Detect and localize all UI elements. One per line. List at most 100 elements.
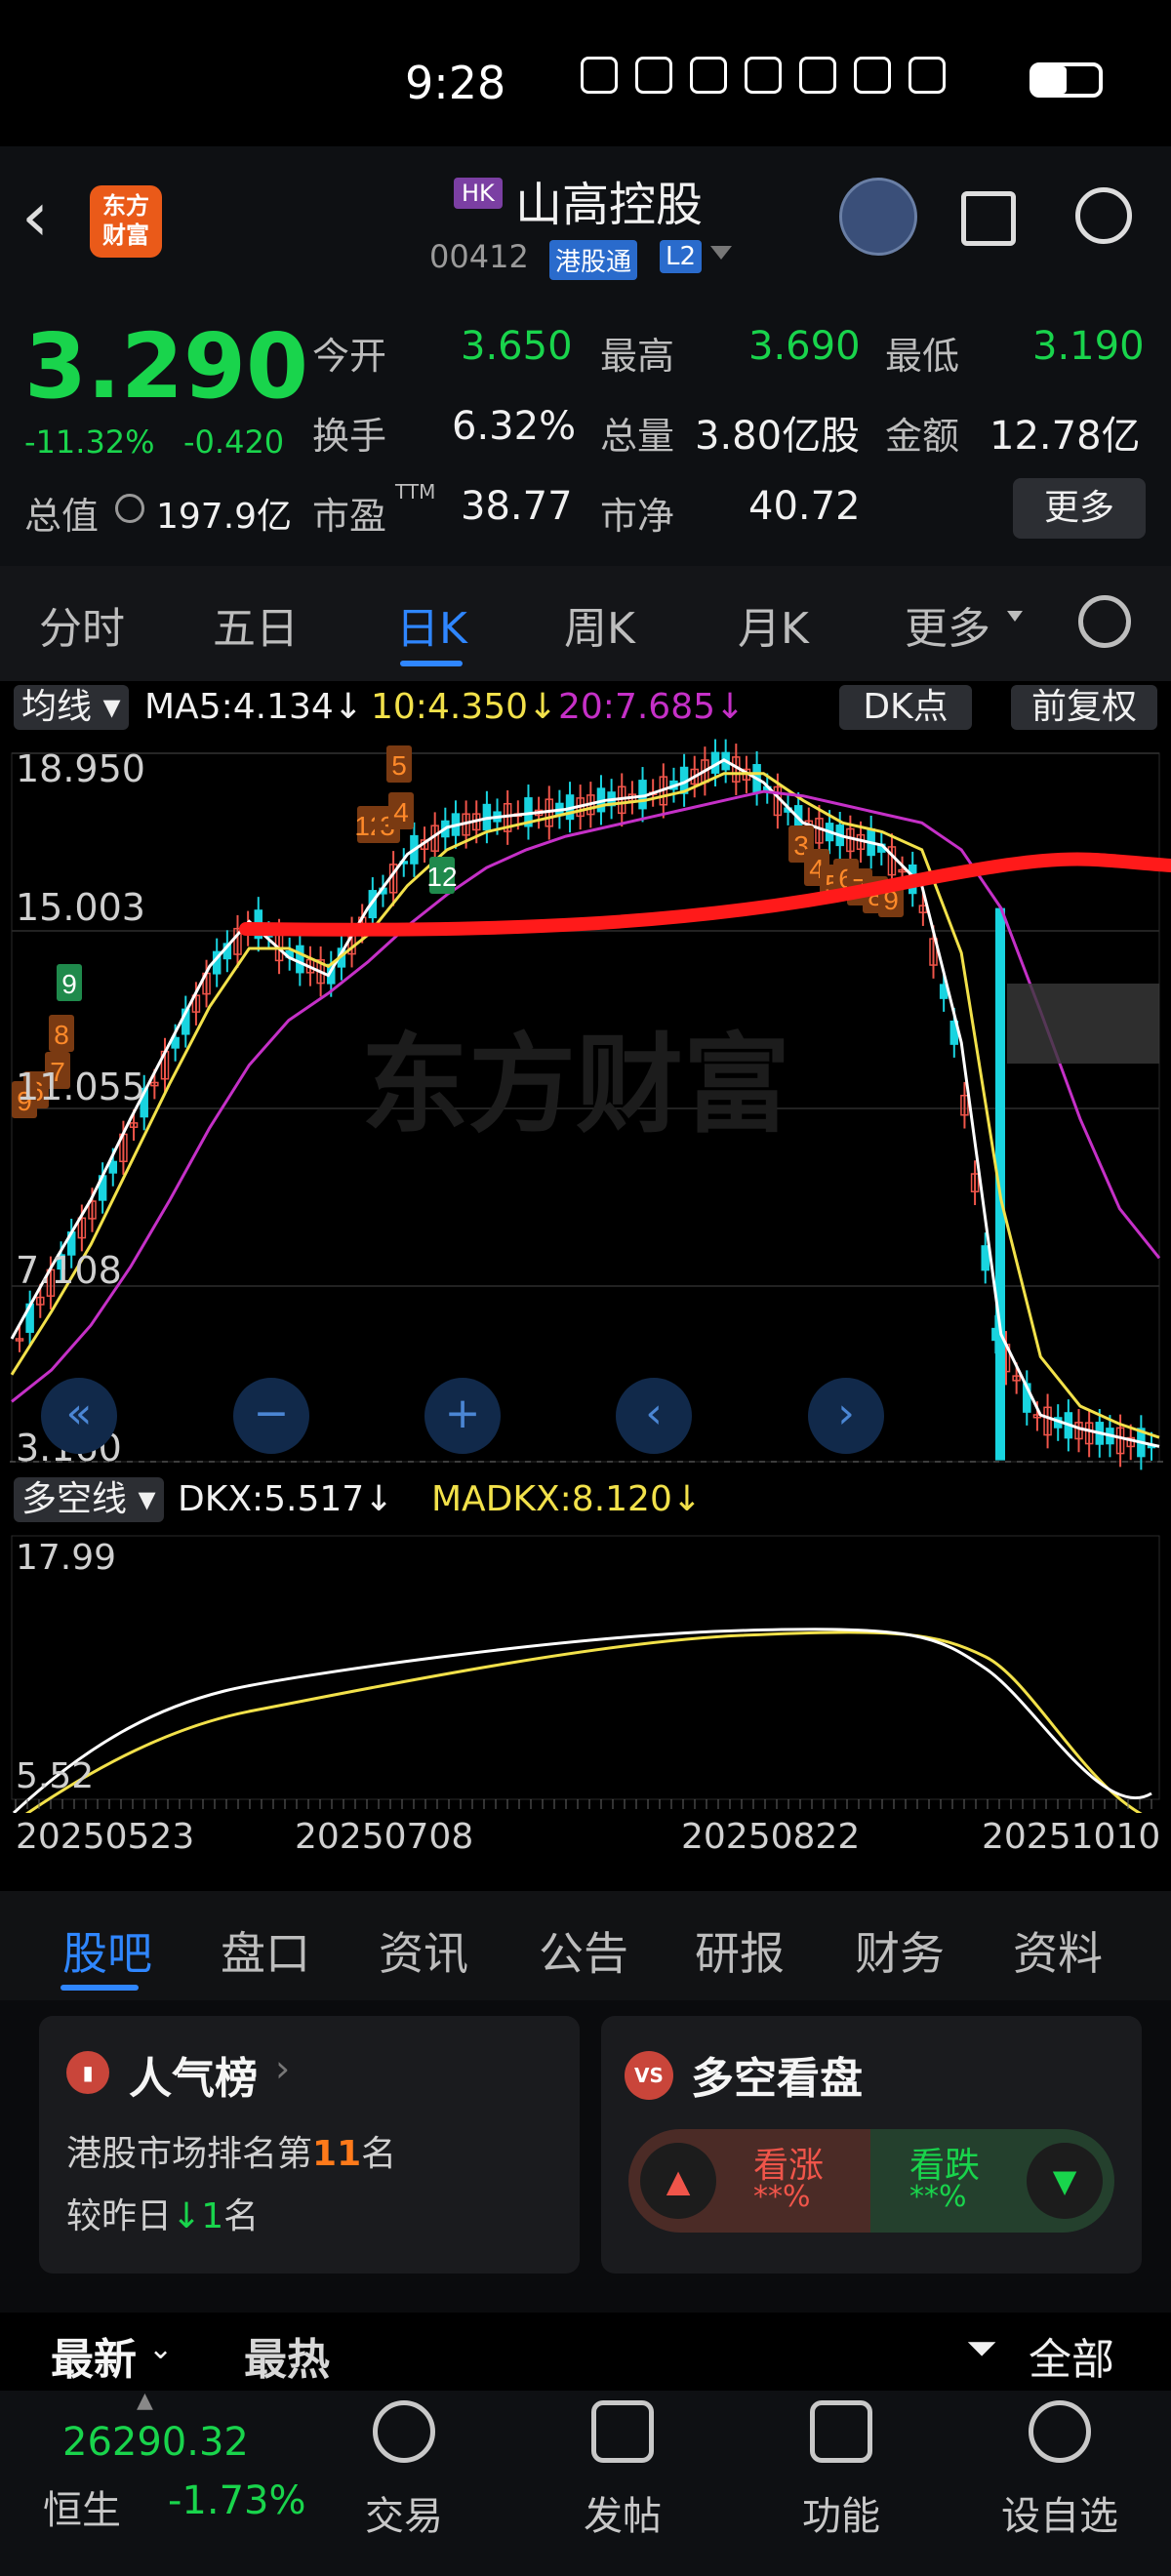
tab-announcements[interactable]: 公告 [539,1918,628,1983]
caret-up-icon: ▲ [137,2389,153,2413]
market-tag: HK [454,178,503,209]
tab-orderbook[interactable]: 盘口 [221,1918,310,1983]
more-button[interactable]: 更多 [1013,478,1146,539]
vs-icon: VS [625,2051,673,2100]
moon-icon [745,57,782,94]
sub-y-bottom: 5.52 [16,1756,95,1796]
tab-profile[interactable]: 资料 [1013,1918,1103,1983]
date-label-4: 20251010 [982,1817,1161,1857]
candlestick-chart[interactable]: 东方财富 9512348769123456789 [0,732,1171,1473]
chevron-down-icon[interactable] [710,246,732,260]
ma20-legend: 20:7.685↓ [558,687,746,727]
nav-post[interactable]: 发帖 [584,2484,662,2541]
scroll-left-button[interactable]: ‹ [616,1378,692,1454]
status-time: 9:28 [405,57,506,109]
scroll-right-button[interactable]: › [808,1378,884,1454]
robot-avatar-icon[interactable] [839,178,917,256]
ma-indicator-select[interactable]: 均线 ▾ [14,685,129,730]
dk-point-button[interactable]: DK点 [839,685,972,730]
tab-more[interactable]: 更多 [905,593,990,656]
dkx-chart[interactable] [0,1530,1171,1813]
sort-hottest[interactable]: 最热 [244,2324,330,2387]
high-value: 3.690 [748,324,861,369]
dk-marker-label: 9 [61,969,77,999]
index-value[interactable]: 26290.32 [62,2420,249,2465]
tab-monthly-k[interactable]: 月K [738,593,809,656]
high-label: 最高 [600,335,675,378]
vote-bear-button[interactable]: 看跌 **% ▼ [870,2129,1114,2233]
sub-y-top: 17.99 [16,1538,117,1578]
active-tab-indicator [400,661,463,666]
stock-name[interactable]: 山高控股 [515,166,703,234]
turnover-label: 换手 [312,415,387,458]
status-icons [581,57,946,94]
filter-icon[interactable]: ⏷ [966,2326,997,2371]
y-label-top: 18.950 [16,747,145,790]
triangle-up-icon: ▲ [640,2143,716,2219]
amount-value: 12.78亿 [989,414,1141,459]
dk-marker-label: 4 [393,797,409,827]
stock-code: 00412 [429,238,529,275]
mute-icon [799,57,836,94]
signal-icon [909,57,946,94]
tab-daily-k[interactable]: 日K [396,593,467,656]
change-percent: -11.32% [24,423,155,461]
tab-weekly-k[interactable]: 周K [564,593,635,656]
yen-trade-icon[interactable] [373,2400,435,2463]
grid-apps-icon[interactable] [810,2400,872,2463]
date-ticks [15,1799,1152,1809]
zoom-in-button[interactable]: + [424,1378,501,1454]
info-icon[interactable] [115,494,144,523]
volume-value: 3.80亿股 [695,414,861,459]
tab-news[interactable]: 资讯 [379,1918,468,1983]
vote-bull-button[interactable]: ▲ 看涨 **% [628,2129,870,2233]
crash-candle [995,907,1005,1461]
candle-body [296,945,304,974]
app-logo: 东方 财富 [90,185,162,258]
pb-label: 市净 [600,495,675,538]
index-name[interactable]: 恒生 [43,2478,121,2535]
back-icon[interactable]: ‹ [21,182,49,251]
mktcap-label: 总值 [24,495,100,538]
ma-indicator-label: 均线 [21,687,93,727]
filter-all[interactable]: 全部 [1029,2324,1114,2387]
dkx-legend: DKX:5.517↓ [178,1479,394,1519]
nav-trade[interactable]: 交易 [365,2484,443,2541]
triangle-down-icon: ▼ [1027,2143,1103,2219]
connect-tag: 港股通 [549,240,638,280]
share-icon[interactable] [961,191,1016,246]
tab-forum[interactable]: 股吧 [62,1918,152,1983]
sort-latest[interactable]: 最新 [51,2324,137,2387]
last-price: 3.290 [24,314,309,419]
zoom-out-button[interactable]: − [233,1378,309,1454]
edit-post-icon[interactable] [591,2400,654,2463]
battery-icon [1030,62,1103,98]
madkx-legend: MADKX:8.120↓ [431,1479,703,1519]
pe-sup: TTM [395,480,436,503]
dkx-indicator-select[interactable]: 多空线 ▾ [14,1477,164,1522]
gear-icon[interactable] [1078,595,1131,648]
pb-value: 40.72 [748,484,861,529]
more-dots-icon[interactable] [1029,2400,1091,2463]
date-label-3: 20250822 [681,1817,861,1857]
sentiment-vote: ▲ 看涨 **% 看跌 **% ▼ [628,2129,1114,2233]
dkx-indicator-label: 多空线 [21,1479,128,1519]
nav-functions[interactable]: 功能 [802,2484,880,2541]
level-tag: L2 [660,240,703,273]
search-icon[interactable] [1075,187,1132,244]
date-label-2: 20250708 [295,1817,474,1857]
popularity-title: 人气榜 [129,2054,258,2104]
adjust-button[interactable]: 前复权 [1011,685,1157,730]
price-box-overlay [1007,984,1159,1064]
scroll-far-left-button[interactable]: « [41,1378,117,1454]
tab-financials[interactable]: 财务 [855,1918,945,1983]
bull-value: **% [753,2180,811,2214]
low-label: 最低 [885,335,960,378]
nav-add-watchlist[interactable]: 设自选 [1001,2484,1118,2541]
tab-five-day[interactable]: 五日 [213,593,299,656]
tab-intraday[interactable]: 分时 [39,593,125,656]
mktcap-value: 197.9亿 [156,497,293,537]
tab-research[interactable]: 研报 [695,1918,785,1983]
pe-label: 市盈 [312,495,387,538]
active-subtab-indicator [61,1985,139,1991]
